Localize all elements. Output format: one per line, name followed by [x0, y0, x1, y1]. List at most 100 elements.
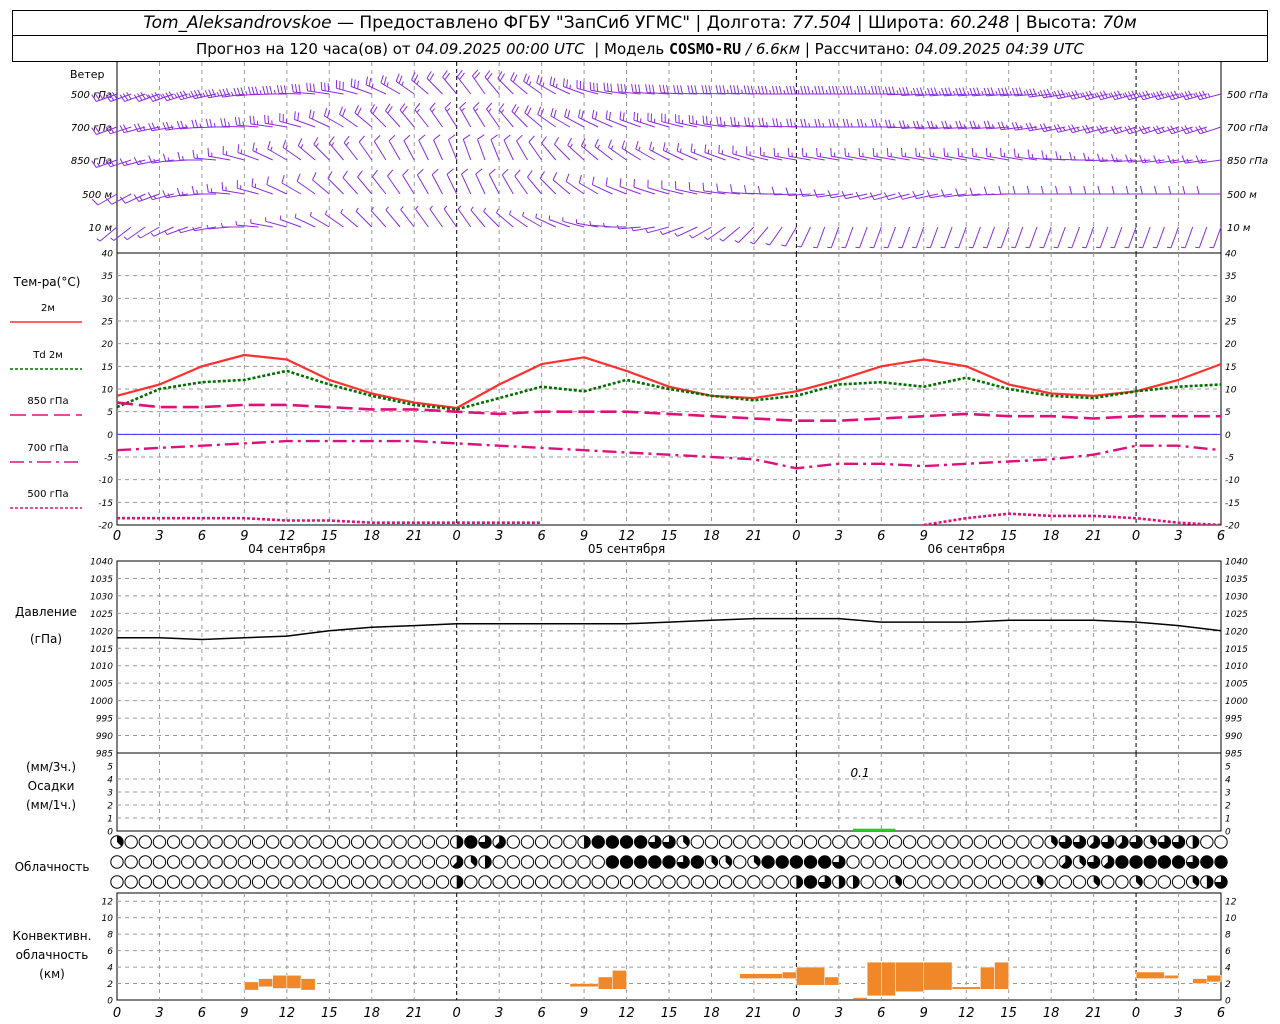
cloud-circle — [945, 855, 959, 869]
cloud-circle — [718, 835, 733, 849]
wind-barb — [591, 176, 613, 195]
wind-barb — [365, 76, 387, 95]
wind-barb — [997, 226, 1010, 249]
precip-bar — [853, 828, 896, 831]
conv-bar — [258, 978, 273, 988]
wind-barb — [418, 134, 429, 161]
conv-bar — [951, 986, 981, 990]
wind-barb — [841, 226, 854, 249]
cloud-circle — [633, 875, 648, 889]
wind-barb — [137, 226, 160, 239]
wind-barb — [1025, 122, 1052, 132]
cloud-circle — [534, 835, 549, 849]
pressure-y-tick-right: 1035 — [1225, 575, 1248, 585]
cloud-circle — [308, 855, 322, 869]
wind-barb — [842, 85, 868, 95]
temp-y-tick-right: -20 — [1225, 522, 1240, 532]
cloud-circle — [421, 835, 436, 849]
cloud-circle — [1115, 875, 1129, 889]
wind-barb — [372, 169, 387, 195]
conv-bar — [824, 976, 840, 986]
cloud-circle — [365, 835, 379, 849]
cloud-symbols — [110, 835, 1228, 889]
wind-barb — [1209, 226, 1222, 249]
wind-barb — [403, 134, 415, 161]
cloud-circle — [775, 875, 789, 889]
cloud-fill-part — [456, 835, 463, 849]
wind-barb — [162, 190, 188, 199]
cloud-circle — [888, 855, 903, 869]
hour-tick-label: 0 — [1132, 1006, 1140, 1021]
cloud-circle — [350, 875, 365, 889]
cloud-circle — [563, 875, 577, 889]
cloud-circle — [987, 855, 1002, 869]
pressure-y-tick-right: 1010 — [1225, 662, 1248, 672]
cloud-circle — [860, 855, 874, 869]
wind-barb — [387, 169, 401, 195]
pressure-y-tick-right: 1040 — [1225, 558, 1248, 568]
cloud-circle — [237, 835, 252, 849]
cloud-circle — [690, 875, 705, 889]
wind-barb — [771, 85, 797, 95]
pressure-y-tick-left: 1030 — [90, 592, 113, 602]
wind-barb — [415, 205, 429, 228]
wind-barb — [688, 181, 712, 195]
wind-barb — [123, 226, 146, 241]
cloud-circle — [987, 875, 1002, 889]
wind-barb — [309, 211, 330, 228]
cloud-circle — [138, 855, 153, 869]
wind-barb — [567, 137, 585, 161]
wind-barb — [998, 185, 1023, 195]
wind-barb — [461, 168, 472, 195]
wind-barb — [883, 226, 896, 249]
conv-bar — [781, 971, 797, 979]
cloud-circle — [195, 835, 209, 849]
wind-barb — [578, 174, 599, 195]
cloud-circle — [846, 835, 860, 849]
wind-barb — [313, 137, 330, 161]
conv-bar — [300, 978, 316, 991]
wind-barb — [1138, 226, 1151, 249]
wind-barb — [431, 168, 443, 195]
temp-y-tick-right: 20 — [1225, 340, 1237, 350]
hour-tick-label: 18 — [703, 1006, 720, 1021]
hour-tick-label: 18 — [363, 1006, 380, 1021]
wind-barb — [252, 142, 273, 161]
wind-barb — [429, 205, 443, 228]
cloud-fill-full — [1172, 855, 1185, 869]
cloud-circle — [421, 855, 436, 869]
wind-barb — [1012, 185, 1037, 195]
cloud-circle — [237, 875, 252, 889]
hour-tick-label: 15 — [661, 1006, 678, 1021]
hour-tick-label: 12 — [618, 1006, 635, 1021]
cloud-circle — [1072, 875, 1087, 889]
cloud-fill-full — [464, 835, 478, 849]
conv-bar — [286, 975, 302, 989]
wind-barb — [444, 102, 458, 128]
wind-barb — [279, 215, 302, 228]
temp-y-tick-left: -5 — [104, 454, 113, 464]
cloud-fill-full — [634, 835, 647, 849]
precip-title: Осадки — [27, 779, 75, 793]
cloud-circle — [435, 855, 450, 869]
wind-barb — [1069, 185, 1094, 195]
wind-barb — [749, 226, 769, 245]
conv-y-tick-right: 8 — [1225, 931, 1231, 941]
temp-y-tick-right: 30 — [1225, 295, 1237, 305]
wind-barb — [589, 81, 613, 95]
wind-barb — [234, 116, 259, 128]
wind-barb — [328, 136, 344, 161]
wind-barb — [399, 103, 415, 128]
wind-barb — [477, 134, 486, 161]
cloud-circle — [1214, 835, 1228, 849]
wind-barb — [1097, 185, 1122, 195]
hour-tick-label: 0 — [792, 1006, 800, 1021]
temp-y-tick-right: 5 — [1225, 408, 1231, 418]
wind-barb — [457, 205, 472, 228]
cloud-circle — [931, 855, 945, 869]
wind-barb — [370, 206, 387, 228]
pressure-title: Давление — [15, 605, 77, 619]
cloud-circle — [251, 855, 266, 869]
wind-barb — [342, 170, 358, 195]
wind-barb — [552, 172, 571, 195]
